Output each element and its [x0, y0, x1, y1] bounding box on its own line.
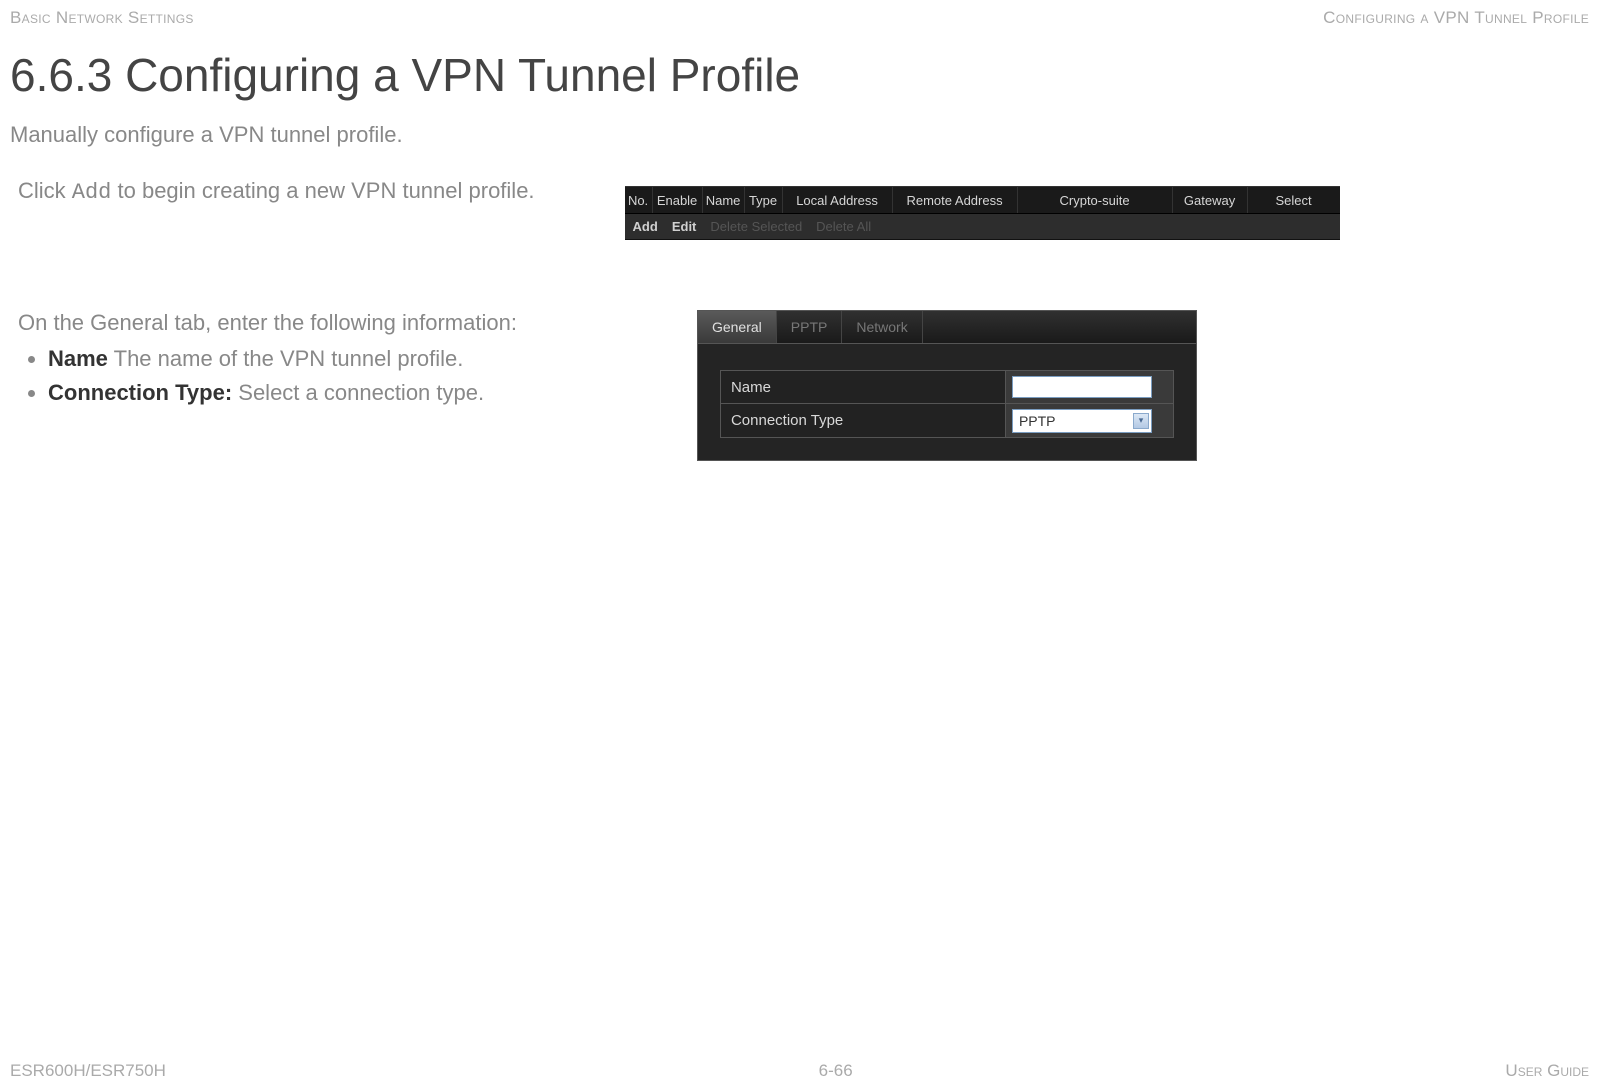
delete-selected-button[interactable]: Delete Selected: [710, 219, 802, 234]
chevron-down-icon: ▾: [1133, 413, 1149, 429]
name-label: Name: [721, 371, 1006, 403]
th-type: Type: [745, 187, 783, 213]
conn-label: Connection Type: [721, 404, 1006, 437]
name-input[interactable]: [1012, 376, 1152, 398]
page-title: 6.6.3 Configuring a VPN Tunnel Profile: [10, 48, 1599, 102]
form-row-conn: Connection Type PPTP ▾: [720, 404, 1174, 438]
list-item: Connection Type: Select a connection typ…: [48, 380, 517, 406]
page-subtitle: Manually configure a VPN tunnel profile.: [10, 122, 1599, 148]
header-left: Basic Network Settings: [10, 8, 194, 28]
th-gateway: Gateway: [1173, 187, 1248, 213]
conn-value: PPTP: [1019, 413, 1056, 429]
header-right: Configuring a VPN Tunnel Profile: [1323, 8, 1589, 28]
step-2-text: On the General tab, enter the following …: [18, 310, 517, 414]
connection-type-select[interactable]: PPTP ▾: [1012, 409, 1152, 433]
delete-all-button[interactable]: Delete All: [816, 219, 871, 234]
table-button-row: Add Edit Delete Selected Delete All: [625, 214, 1340, 240]
th-no: No.: [625, 187, 653, 213]
item-rest: Select a connection type.: [232, 380, 484, 405]
item-bold: Connection Type:: [48, 380, 232, 405]
step2-intro: On the General tab, enter the following …: [18, 310, 517, 336]
th-select: Select: [1248, 187, 1340, 213]
th-remote: Remote Address: [893, 187, 1018, 213]
page-footer: ESR600H/ESR750H 6-66 User Guide: [10, 1061, 1589, 1081]
step2-list: Name The name of the VPN tunnel profile.…: [48, 346, 517, 406]
item-rest: The name of the VPN tunnel profile.: [108, 346, 463, 371]
form-row-name: Name: [720, 370, 1174, 404]
name-cell: [1006, 371, 1173, 403]
page-header: Basic Network Settings Configuring a VPN…: [0, 0, 1599, 28]
edit-button[interactable]: Edit: [672, 219, 697, 234]
list-item: Name The name of the VPN tunnel profile.: [48, 346, 517, 372]
tab-network[interactable]: Network: [842, 311, 922, 343]
form-area: Name Connection Type PPTP ▾: [698, 344, 1196, 460]
table-header-row: No. Enable Name Type Local Address Remot…: [625, 186, 1340, 214]
tab-general[interactable]: General: [698, 311, 777, 343]
th-name: Name: [703, 187, 745, 213]
step-1-row: Click Add to begin creating a new VPN tu…: [18, 178, 1599, 240]
tab-pptp[interactable]: PPTP: [777, 311, 843, 343]
conn-cell: PPTP ▾: [1006, 404, 1173, 437]
step1-code: Add: [72, 180, 112, 205]
step1-pre: Click: [18, 178, 72, 203]
footer-center: 6-66: [819, 1061, 853, 1081]
tab-bar: General PPTP Network: [698, 311, 1196, 344]
step-2-row: On the General tab, enter the following …: [18, 310, 1599, 461]
add-button[interactable]: Add: [633, 219, 658, 234]
footer-right: User Guide: [1505, 1061, 1589, 1081]
step1-post: to begin creating a new VPN tunnel profi…: [111, 178, 534, 203]
general-tab-panel: General PPTP Network Name Connection Typ…: [697, 310, 1197, 461]
vpn-table-screenshot: No. Enable Name Type Local Address Remot…: [625, 186, 1340, 240]
th-local: Local Address: [783, 187, 893, 213]
step-1-text: Click Add to begin creating a new VPN tu…: [18, 178, 535, 205]
th-crypto: Crypto-suite: [1018, 187, 1173, 213]
item-bold: Name: [48, 346, 108, 371]
th-enable: Enable: [653, 187, 703, 213]
footer-left: ESR600H/ESR750H: [10, 1061, 166, 1081]
